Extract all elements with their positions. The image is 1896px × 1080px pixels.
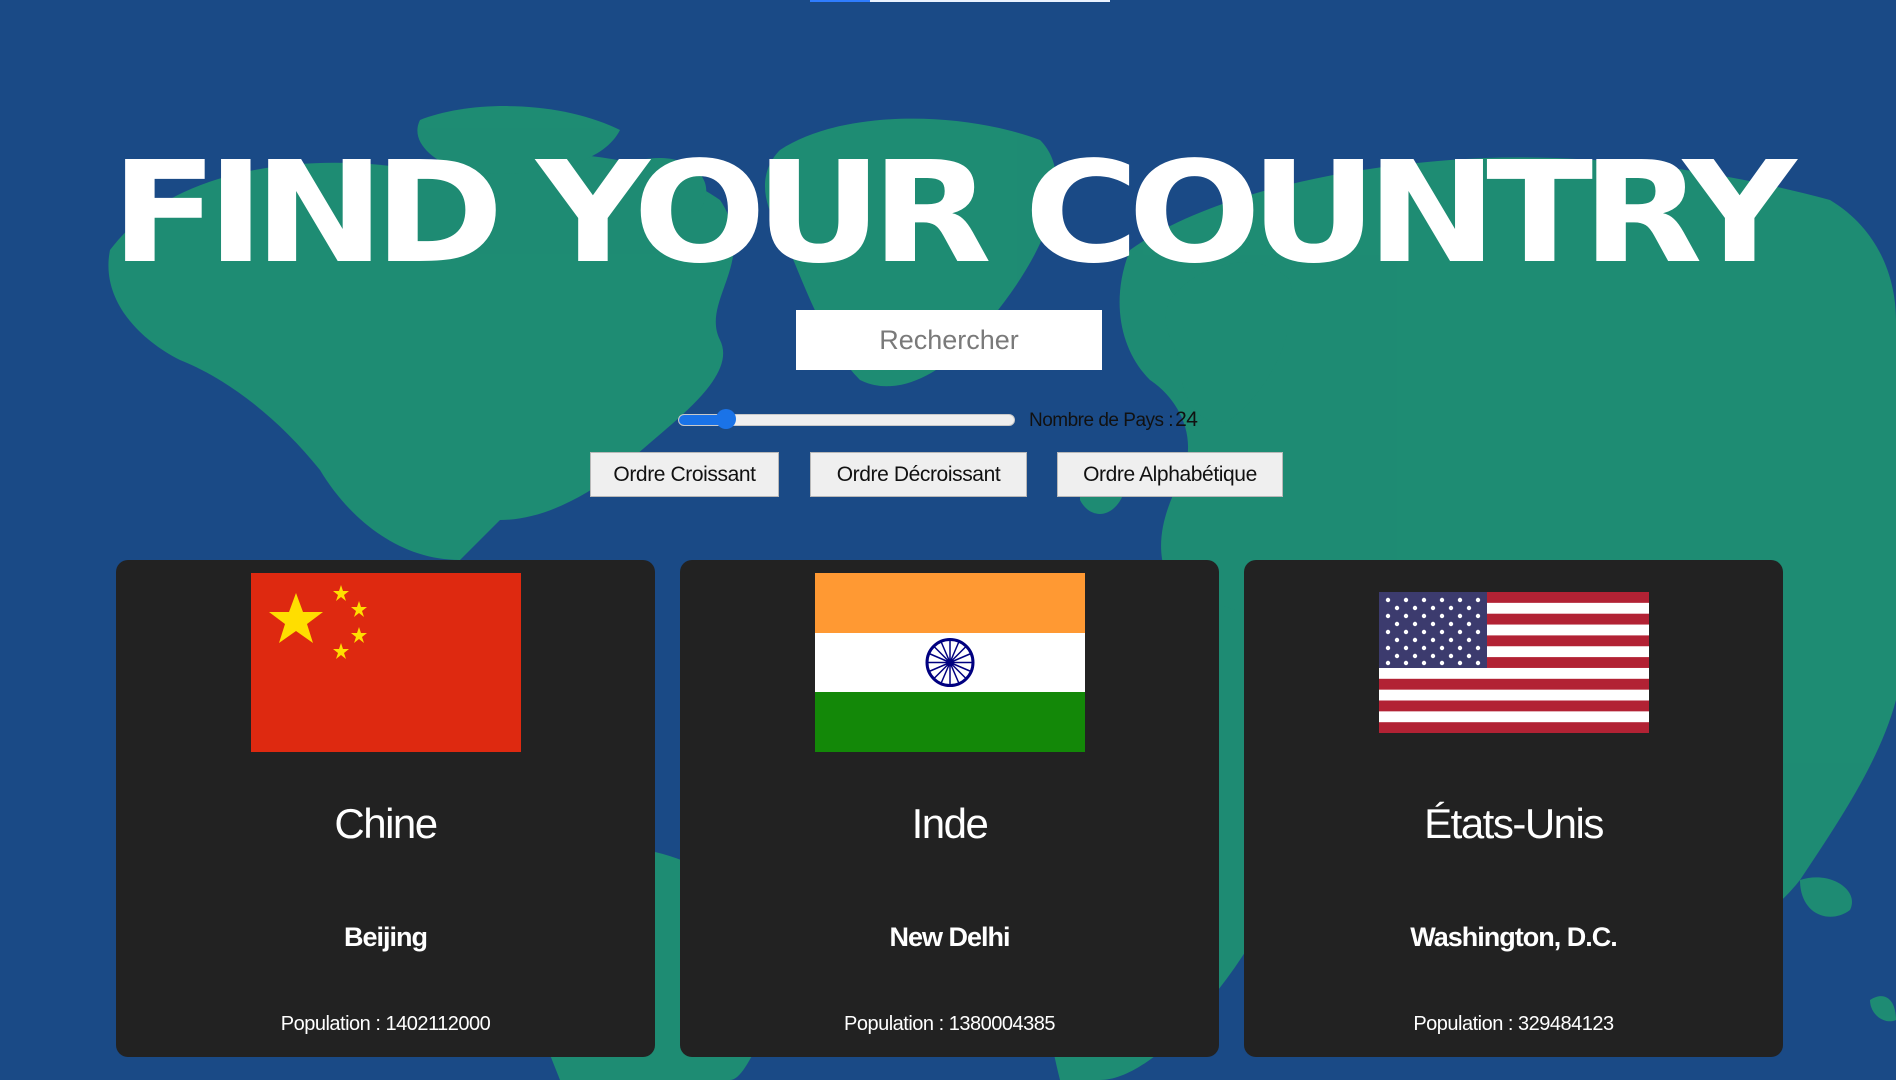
country-capital: Beijing [343, 922, 428, 952]
country-population: Population : 329484123 [1413, 1013, 1614, 1035]
country-count-label: Nombre de Pays :24 [1029, 408, 1198, 432]
search-input[interactable] [796, 310, 1102, 370]
sort-ascending-button[interactable]: Ordre Croissant [590, 452, 779, 497]
country-name: États-Unis [1424, 800, 1604, 847]
country-card-usa[interactable]: États-Unis Washington, D.C. Population :… [1244, 560, 1783, 1057]
slider-thumb[interactable] [715, 409, 736, 429]
country-count-slider-row: Nombre de Pays :24 [678, 405, 1198, 435]
country-count-label-text: Nombre de Pays : [1029, 410, 1174, 431]
country-card-india[interactable]: Inde New Delhi Population : 1380004385 [680, 560, 1219, 1057]
usa-flag-icon [1379, 592, 1649, 733]
country-name: Inde [911, 800, 989, 847]
country-capital: New Delhi [889, 922, 1010, 952]
india-flag-icon [815, 573, 1085, 752]
country-population: Population : 1402112000 [280, 1013, 491, 1035]
country-population: Population : 1380004385 [844, 1013, 1055, 1035]
country-name: Chine [334, 800, 438, 847]
china-flag-icon [251, 573, 521, 752]
country-card-china[interactable]: Chine Beijing Population : 1402112000 [116, 560, 655, 1057]
country-capital: Washington, D.C. [1410, 922, 1617, 952]
page-title: FIND YOUR COUNTRY [110, 131, 1797, 295]
top-scroll-indicator [810, 0, 1110, 2]
country-count-value: 24 [1175, 408, 1198, 431]
country-count-slider[interactable] [678, 409, 1015, 429]
sort-descending-button[interactable]: Ordre Décroissant [810, 452, 1027, 497]
sort-alphabetical-button[interactable]: Ordre Alphabétique [1057, 452, 1283, 497]
top-scroll-indicator-accent [810, 0, 870, 2]
